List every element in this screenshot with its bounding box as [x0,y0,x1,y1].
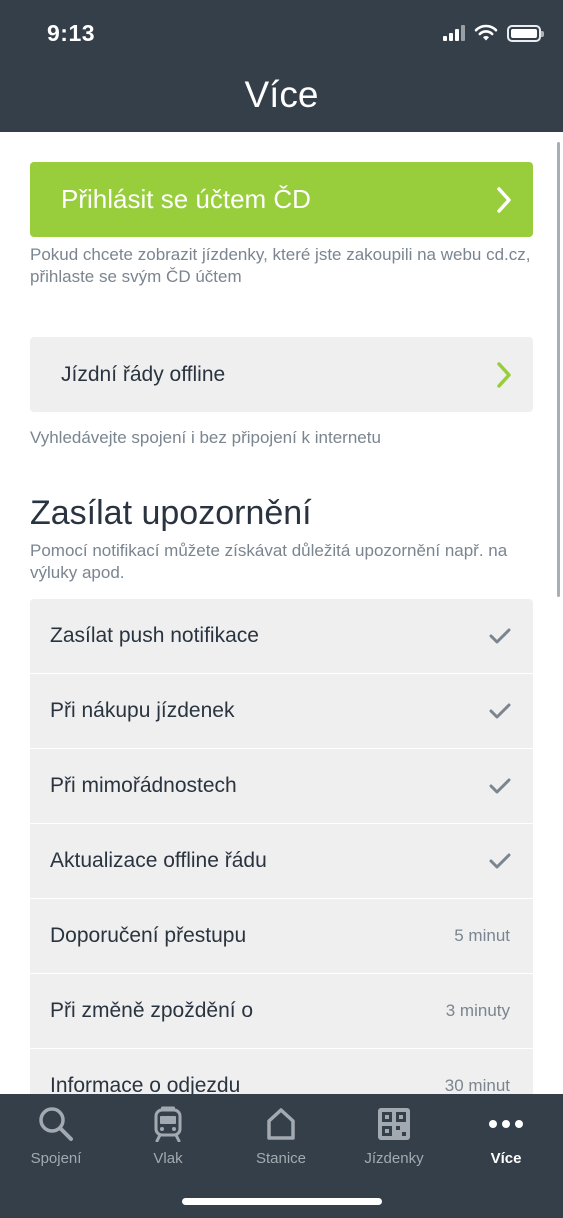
notifications-section-title: Zasílat upozornění [30,494,312,532]
cellular-signal-icon [443,25,465,41]
chevron-right-icon [497,187,511,213]
chevron-right-icon [497,362,511,388]
wifi-icon [474,24,498,41]
tab-label: Stanice [255,1150,307,1167]
checkmark-icon [489,778,511,794]
scrollbar[interactable] [557,142,560,597]
offline-hint: Vyhledávejte spojení i bez připojení k i… [30,428,381,447]
notification-settings-list: Zasílat push notifikace Při nákupu jízde… [30,599,533,1094]
qr-code-icon [378,1108,410,1140]
list-item-label: Při nákupu jízdenek [50,699,235,722]
tab-label: Spojení [30,1150,82,1167]
list-item-disruptions[interactable]: Při mimořádnostech [30,749,533,824]
settings-content[interactable]: Přihlásit se účtem ČD Pokud chcete zobra… [0,132,563,1094]
list-item-label: Aktualizace offline řádu [50,849,267,872]
list-item-label: Při mimořádnostech [50,774,237,797]
notifications-subtitle: Pomocí notifikací můžete získávat důleži… [30,541,508,582]
list-item-departure-info[interactable]: Informace o odjezdu 30 minut [30,1049,533,1094]
tab-vice[interactable]: Více [450,1104,562,1167]
app-header: 9:13 Více [0,0,563,132]
checkmark-icon [489,853,511,869]
login-button[interactable]: Přihlásit se účtem ČD [30,162,533,237]
tab-label: Jízdenky [364,1150,424,1167]
page-title: Více [244,74,319,115]
checkmark-icon [489,628,511,644]
tab-label: Vlak [153,1150,183,1167]
home-icon [267,1108,295,1140]
search-icon [39,1107,73,1141]
list-item-ticket-purchase[interactable]: Při nákupu jízdenek [30,674,533,749]
list-item-delay-change[interactable]: Při změně zpoždění o 3 minuty [30,974,533,1049]
login-hint: Pokud chcete zobrazit jízdenky, které js… [30,245,531,286]
offline-timetables-row[interactable]: Jízdní řády offline [30,337,533,412]
list-item-transfer-recommendation[interactable]: Doporučení přestupu 5 minut [30,899,533,974]
list-item-push-notifications[interactable]: Zasílat push notifikace [30,599,533,674]
tab-vlak[interactable]: Vlak [112,1104,224,1167]
tab-stanice[interactable]: Stanice [225,1104,337,1167]
login-button-label: Přihlásit se účtem ČD [61,184,311,214]
more-icon [489,1120,523,1128]
tab-label: Více [490,1150,522,1167]
tab-jizdenky[interactable]: Jízdenky [338,1104,450,1167]
list-item-label: Při změně zpoždění o [50,999,254,1022]
tab-spojeni[interactable]: Spojení [0,1104,112,1167]
battery-icon [507,24,544,42]
list-item-label: Informace o odjezdu [50,1074,241,1094]
list-item-label: Doporučení přestupu [50,924,247,947]
checkmark-icon [489,703,511,719]
list-item-value: 3 minuty [445,1001,510,1020]
list-item-label: Zasílat push notifikace [50,624,259,647]
home-indicator[interactable] [182,1198,382,1205]
train-icon [154,1106,182,1142]
status-time: 9:13 [47,20,96,46]
list-item-value: 5 minut [454,926,510,945]
list-item-offline-update[interactable]: Aktualizace offline řádu [30,824,533,899]
offline-timetables-label: Jízdní řády offline [61,362,226,386]
status-icons [443,24,544,42]
list-item-value: 30 minut [444,1076,510,1094]
